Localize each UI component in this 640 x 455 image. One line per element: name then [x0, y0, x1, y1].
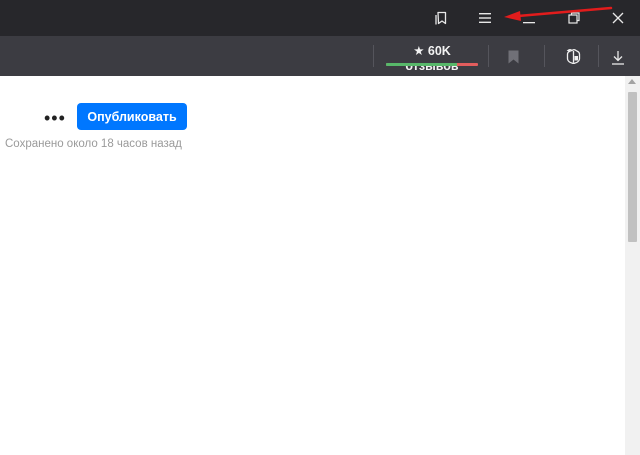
browser-titlebar [0, 0, 640, 36]
minimize-button[interactable] [517, 6, 541, 30]
toolbar-separator [598, 45, 599, 67]
toolbar-separator [488, 45, 489, 67]
scroll-thumb[interactable] [628, 92, 637, 242]
close-button[interactable] [606, 6, 630, 30]
download-icon [612, 50, 624, 65]
extension-icon [566, 49, 580, 64]
close-icon [612, 12, 624, 24]
rating-bar-positive [386, 63, 457, 66]
bookmarks-icon [435, 11, 447, 25]
browser-menu-button[interactable] [473, 6, 497, 30]
toolbar-separator [544, 45, 545, 67]
toolbar-separator [373, 45, 374, 67]
bookmark-icon [508, 50, 518, 64]
scroll-up-arrow-icon[interactable] [628, 79, 636, 84]
reviews-label: ★ 60K отзывов [405, 44, 459, 73]
restore-icon [568, 12, 580, 24]
reviews-widget[interactable]: ★ 60K отзывов [386, 44, 478, 73]
more-options-button[interactable]: ••• [44, 109, 66, 127]
extension-button[interactable] [561, 44, 585, 68]
downloads-button[interactable] [606, 45, 630, 69]
restore-button[interactable] [562, 6, 586, 30]
hamburger-menu-icon [479, 13, 491, 23]
rating-bar [386, 63, 478, 66]
page-scrollbar[interactable] [625, 76, 640, 455]
page-content [0, 76, 640, 455]
save-status: Сохранено около 18 часов назад [5, 138, 182, 150]
publish-button[interactable]: Опубликовать [77, 103, 187, 130]
bookmark-page-button[interactable] [502, 45, 524, 69]
minimize-icon [523, 22, 535, 24]
bookmarks-panel-button[interactable] [428, 6, 454, 30]
